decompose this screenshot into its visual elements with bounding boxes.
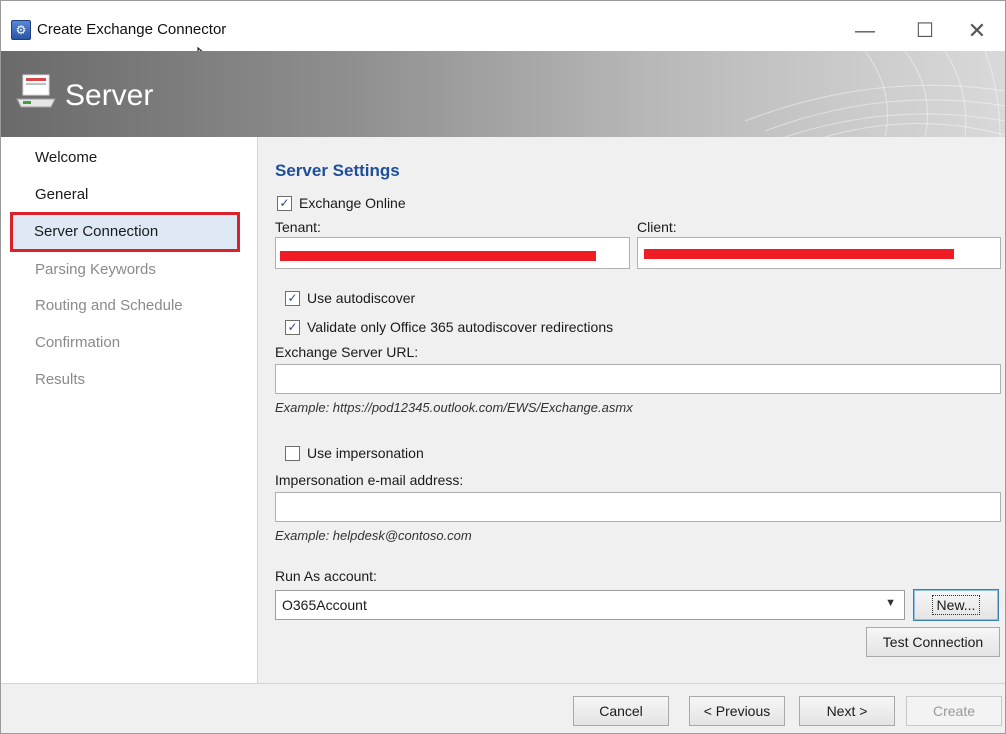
- next-button[interactable]: Next >: [799, 696, 895, 726]
- nav-item-server-connection[interactable]: Server Connection: [10, 212, 240, 252]
- close-button[interactable]: ✕: [955, 13, 999, 49]
- app-icon: ⚙: [11, 20, 31, 40]
- nav-item-welcome[interactable]: Welcome: [35, 149, 97, 166]
- run-as-selected-value: O365Account: [282, 597, 367, 613]
- new-account-button-label: New...: [931, 595, 981, 615]
- test-connection-button[interactable]: Test Connection: [866, 627, 1000, 657]
- impersonation-email-input[interactable]: [275, 492, 1001, 522]
- previous-button[interactable]: < Previous: [689, 696, 785, 726]
- validate-o365-checkbox[interactable]: ✓ Validate only Office 365 autodiscover …: [285, 319, 613, 335]
- title-bar: ⚙ Create Exchange Connector — ☐ ✕: [1, 1, 1005, 68]
- cancel-button[interactable]: Cancel: [573, 696, 669, 726]
- nav-item-confirmation: Confirmation: [35, 334, 121, 351]
- server-url-example: Example: https://pod12345.outlook.com/EW…: [275, 400, 633, 415]
- validate-o365-label: Validate only Office 365 autodiscover re…: [307, 319, 614, 335]
- maximize-button[interactable]: ☐: [903, 13, 947, 49]
- client-redaction-mark: [644, 249, 954, 259]
- checkbox-unchecked-icon: [285, 445, 300, 461]
- create-button: Create: [906, 696, 1002, 726]
- impersonation-email-label: Impersonation e-mail address:: [275, 472, 464, 488]
- wizard-steps-nav: Welcome General Server Connection Parsin…: [1, 137, 258, 683]
- server-settings-panel: Server Settings ✓ Exchange Online Tenant…: [258, 137, 1005, 683]
- client-label: Client:: [637, 219, 677, 235]
- banner-globe-decoration: [745, 51, 1005, 137]
- run-as-label: Run As account:: [275, 568, 377, 584]
- checkbox-checked-icon: ✓: [285, 319, 300, 335]
- use-impersonation-label: Use impersonation: [307, 445, 424, 461]
- checkbox-checked-icon: ✓: [285, 290, 300, 306]
- checkbox-checked-icon: ✓: [277, 195, 292, 211]
- wizard-banner: Server: [1, 51, 1005, 137]
- run-as-account-select[interactable]: O365Account ▼: [275, 590, 905, 620]
- nav-item-routing-schedule: Routing and Schedule: [35, 297, 183, 314]
- impersonation-email-example: Example: helpdesk@contoso.com: [275, 528, 472, 543]
- exchange-online-checkbox[interactable]: ✓ Exchange Online: [277, 195, 406, 211]
- wizard-footer: Cancel < Previous Next > Create: [1, 683, 1005, 733]
- tenant-redaction-mark: [280, 251, 596, 261]
- use-autodiscover-label: Use autodiscover: [307, 290, 416, 306]
- section-title: Server Settings: [275, 161, 400, 180]
- wizard-window: ⚙ Create Exchange Connector — ☐ ✕ Server: [0, 0, 1006, 734]
- server-url-input[interactable]: [275, 364, 1001, 394]
- dropdown-arrow-icon: ▼: [885, 597, 896, 609]
- use-impersonation-checkbox[interactable]: Use impersonation: [285, 445, 424, 461]
- banner-title: Server: [65, 79, 154, 112]
- window-title: Create Exchange Connector: [37, 21, 227, 38]
- server-url-label: Exchange Server URL:: [275, 344, 419, 360]
- minimize-button[interactable]: —: [843, 13, 887, 49]
- use-autodiscover-checkbox[interactable]: ✓ Use autodiscover: [285, 290, 415, 306]
- nav-item-results: Results: [35, 371, 86, 388]
- nav-item-parsing-keywords: Parsing Keywords: [35, 261, 156, 278]
- server-wizard-icon: [16, 74, 56, 108]
- tenant-label: Tenant:: [275, 219, 321, 235]
- nav-item-general[interactable]: General: [35, 186, 88, 203]
- new-account-button[interactable]: New...: [913, 589, 999, 621]
- exchange-online-label: Exchange Online: [299, 195, 406, 211]
